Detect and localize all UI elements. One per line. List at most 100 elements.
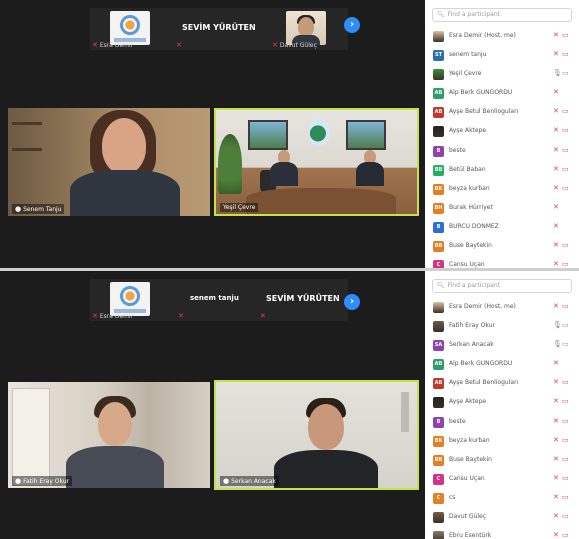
microphone-muted-icon[interactable]: ✕ [553,397,559,405]
strip-tile-esra[interactable]: ✕ Esra Demir [90,279,160,321]
participant-row[interactable]: Ccs ✕ ▭ [425,489,579,508]
microphone-muted-icon[interactable]: ✕ [553,512,559,520]
avatar [433,512,444,524]
video-tile-senem[interactable]: ● Senem Tanju [8,108,210,216]
camera-off-icon[interactable]: ▭ [562,512,569,520]
participant-row[interactable]: AB Ayşe Betul Benlioguları ✕ ▭ [425,103,579,122]
microphone-muted-icon[interactable]: ✕ [553,107,559,115]
participant-row[interactable]: Yeşil Çevre 🎙︎ ▭ [425,65,579,84]
participant-row[interactable]: Esra Demir (Host, me) ✕ ▭ [425,298,579,317]
microphone-muted-icon[interactable]: ✕ [553,184,559,192]
microphone-muted-icon[interactable]: ✕ [553,260,559,268]
microphone-muted-icon[interactable]: ✕ [553,493,559,501]
camera-off-icon[interactable]: ▭ [562,302,569,310]
microphone-muted-icon[interactable]: ✕ [553,359,559,367]
microphone-icon[interactable]: 🎙︎ [553,69,562,77]
microphone-muted-icon[interactable]: ✕ [553,50,559,58]
microphone-muted-icon[interactable]: ✕ [553,31,559,39]
camera-off-icon[interactable]: ▭ [562,397,569,405]
camera-off-icon[interactable]: ▭ [562,455,569,463]
participant-row[interactable]: Ebru Esentürk ✕ ▭ [425,527,579,539]
participant-row[interactable]: C Cansu Uçan ✕ ▭ [425,256,579,268]
camera-off-icon[interactable]: ▭ [562,493,569,501]
next-page-icon[interactable]: › [344,294,360,310]
participant-row[interactable]: AB Alp Berk GÜNGÖRDÜ ✕ [425,84,579,103]
microphone-muted-icon[interactable]: ✕ [553,378,559,386]
participant-search-input[interactable]: 🔍︎ Find a participant [432,8,572,22]
strip-tile-esra[interactable]: ✕ Esra Demir [90,8,160,50]
camera-icon[interactable]: ▭ [562,340,569,348]
microphone-icon[interactable]: 🎙︎ [553,321,562,329]
participant-row[interactable]: Bbeste ✕ ▭ [425,142,579,161]
video-tile-fatih[interactable]: ● Fatih Eray Okur [8,382,210,488]
participant-row[interactable]: BK beyza kurban ✕ ▭ [425,432,579,451]
participant-row[interactable]: Ayşe Aktepe ✕ ▭ [425,393,579,412]
participant-row[interactable]: Bbeste ✕ ▭ [425,413,579,432]
avatar: BH [433,202,444,214]
participant-row[interactable]: ST senem tanju ✕ ▭ [425,46,579,65]
microphone-muted-icon[interactable]: ✕ [553,222,559,230]
camera-off-icon[interactable]: ▭ [562,474,569,482]
microphone-muted-icon[interactable]: ✕ [553,531,559,539]
camera-icon[interactable]: ▭ [562,321,569,329]
video-tile-yesil-cevre[interactable]: Yeşil Çevre [214,108,419,216]
camera-off-icon[interactable]: ▭ [562,260,569,268]
microphone-muted-icon[interactable]: ✕ [553,436,559,444]
participant-search-input[interactable]: 🔍︎ Find a participant [432,279,572,293]
camera-off-icon[interactable]: ▭ [562,50,569,58]
camera-off-icon[interactable]: ▭ [562,531,569,539]
body-shape [70,170,180,216]
camera-off-icon[interactable]: ▭ [562,184,569,192]
camera-off-icon[interactable]: ▭ [562,126,569,134]
microphone-muted-icon[interactable]: ✕ [553,146,559,154]
microphone-muted-icon[interactable]: ✕ [553,165,559,173]
participant-row[interactable]: Esra Demir (Host, me) ✕ ▭ [425,27,579,46]
microphone-icon[interactable]: 🎙︎ [553,340,562,348]
participant-list: Esra Demir (Host, me) ✕ ▭ ST senem tanju ✕ ▭ Ye… [425,27,579,268]
microphone-muted-icon[interactable]: ✕ [553,203,559,211]
microphone-muted-icon[interactable]: ✕ [553,88,559,96]
avatar: C [433,492,444,504]
microphone-muted-icon[interactable]: ✕ [553,126,559,134]
next-page-icon[interactable]: › [344,17,360,33]
participant-row[interactable]: C Cansu Uçan ✕ ▭ [425,470,579,489]
camera-off-icon[interactable]: ▭ [562,31,569,39]
participant-row[interactable]: BB Buse Baytekin ✕ ▭ [425,451,579,470]
camera-off-icon[interactable]: ▭ [562,241,569,249]
participant-row[interactable]: Ayşe Aktepe ✕ ▭ [425,122,579,141]
participant-name: Ayşe Betul Benlioguları [449,379,519,387]
participant-row[interactable]: BK beyza kurban ✕ ▭ [425,180,579,199]
participant-row[interactable]: BB Buse Baytekin ✕ ▭ [425,237,579,256]
strip-tile-sevim[interactable]: SEVİM YÜRÜTEN ✕ [160,8,270,50]
microphone-muted-icon[interactable]: ✕ [553,455,559,463]
strip-tile-senem[interactable]: senem tanju ✕ [160,279,250,321]
participant-row[interactable]: AB Alp Berk GÜNGÖRDÜ ✕ [425,355,579,374]
participant-row[interactable]: B BURCU DÖNMEZ ✕ [425,218,579,237]
head-shape [102,118,146,174]
microphone-muted-icon[interactable]: ✕ [553,417,559,425]
camera-off-icon[interactable]: ▭ [562,146,569,154]
strip-tile-label: senem tanju [190,294,239,302]
avatar: BB [433,454,444,466]
camera-off-icon[interactable]: ▭ [562,107,569,115]
video-tile-serkan[interactable]: ● Serkan Anacak [214,380,419,490]
participant-row[interactable]: AB Ayşe Betul Benlioguları ✕ ▭ [425,374,579,393]
camera-off-icon[interactable]: ▭ [562,378,569,386]
participant-row[interactable]: Davut Güleç ✕ ▭ [425,508,579,527]
camera-off-icon[interactable]: ▭ [562,417,569,425]
camera-off-icon[interactable]: ▭ [562,165,569,173]
participant-name: cs [449,493,456,501]
strip-tile-davut[interactable]: ✕ Davut Güleç [270,8,348,50]
participant-row[interactable]: SA Serkan Anacak 🎙︎ ▭ [425,336,579,355]
participant-row[interactable]: BH Burak Hürriyet ✕ [425,199,579,218]
microphone-muted-icon[interactable]: ✕ [553,241,559,249]
avatar: B [433,145,444,157]
camera-icon[interactable]: ▭ [562,69,569,77]
avatar: BK [433,183,444,195]
camera-off-icon[interactable]: ▭ [562,436,569,444]
strip-tile-sevim[interactable]: SEVİM YÜRÜTEN ✕ [250,279,348,321]
participant-row[interactable]: BB Betül Baban ✕ ▭ [425,161,579,180]
microphone-muted-icon[interactable]: ✕ [553,302,559,310]
participant-row[interactable]: Fatih Eray Okur 🎙︎ ▭ [425,317,579,336]
microphone-muted-icon[interactable]: ✕ [553,474,559,482]
